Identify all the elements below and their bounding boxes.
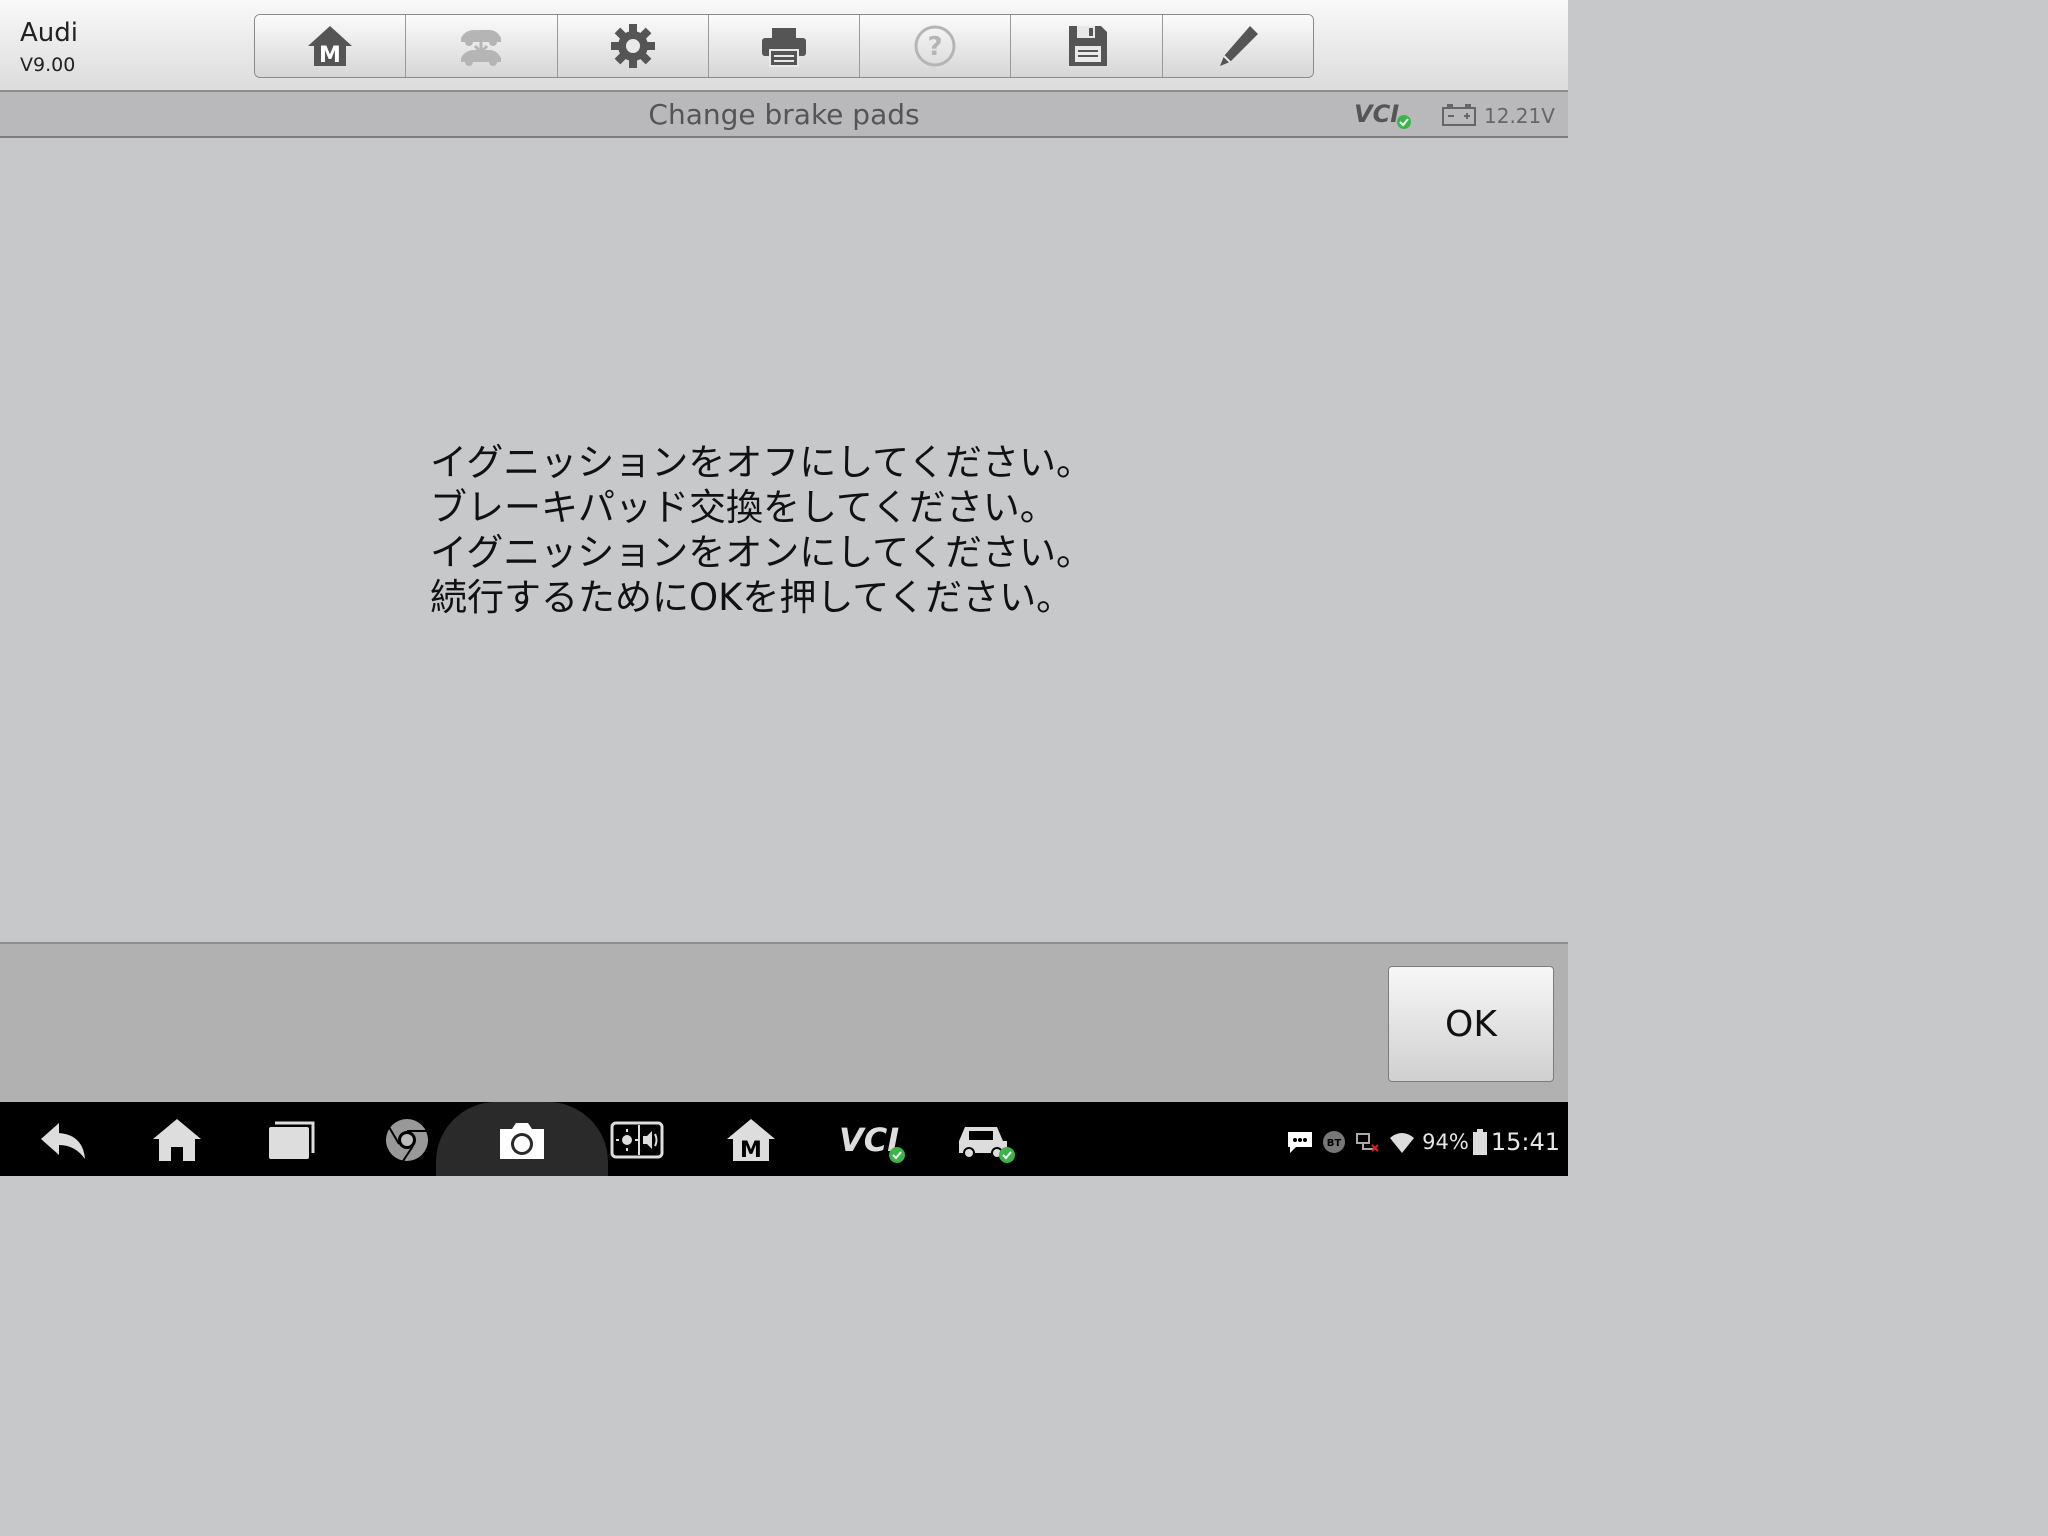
page-title: Change brake pads [648,98,920,131]
settings-button[interactable] [557,15,709,77]
vehicle-button[interactable] [950,1112,1020,1168]
message-line: イグニッションをオフにしてください。 [430,441,1094,484]
clock: 15:41 [1490,1128,1560,1156]
title-bar: Change brake pads VCI 12.21V [0,92,1568,138]
svg-text:M: M [319,43,341,68]
toolbar: M ? [254,14,1314,78]
wifi-icon [1390,1133,1415,1153]
status-area: BT 94% 15:41 [1286,1124,1560,1160]
battery-voltage: 12.21V [1484,104,1555,128]
edit-button[interactable] [1162,15,1313,77]
help-button[interactable]: ? [860,15,1012,77]
home-button[interactable] [142,1112,212,1168]
chat-notification-icon [1288,1132,1313,1153]
action-bar: OK [0,942,1568,1102]
printer-icon [761,28,806,67]
message-area: イグニッションをオフにしてください。 ブレーキパッド交換をしてください。 イグニ… [0,138,1568,942]
app-version: V9.00 [20,54,76,76]
instruction-message: イグニッションをオフにしてください。 ブレーキパッド交換をしてください。 イグニ… [430,440,1190,620]
battery-percent: 94% [1422,1130,1469,1154]
vci-label: VCI [1354,100,1399,128]
home-m-icon: M [308,26,353,68]
vehicle-swap-icon [461,30,502,66]
vci-icon: VCI [839,1121,905,1163]
print-button[interactable] [708,15,861,77]
recents-icon [269,1121,315,1159]
floppy-icon [1068,26,1107,66]
home-icon [153,1119,201,1161]
vci-button[interactable]: VCI [832,1112,912,1168]
recents-button[interactable] [256,1112,326,1168]
vehicle-swap-button[interactable] [406,15,558,77]
message-line: イグニッションをオンにしてください。 [430,531,1094,574]
brightness-volume-icon [610,1121,664,1159]
device-battery-icon [1472,1129,1487,1155]
maxisys-home-icon: M [727,1119,775,1163]
gear-icon [610,24,655,68]
message-line: ブレーキパッド交換をしてください。 [430,486,1057,529]
bt-label: BT [1327,1138,1342,1149]
battery-voltage-icon [1442,104,1476,126]
app-name: Audi [20,18,78,48]
message-line: 続行するためにOKを押してください。 [430,576,1074,619]
ok-button[interactable]: OK [1388,966,1554,1082]
camera-button[interactable] [487,1112,557,1168]
help-icon: ? [914,25,956,67]
vci-connected-icon: VCI [1354,100,1411,129]
back-icon [41,1123,85,1159]
brightness-volume-button[interactable] [602,1112,672,1168]
top-bar: Audi V9.00 M ? [0,0,1568,92]
svg-text:M: M [740,1138,762,1163]
pencil-icon [1219,26,1258,66]
save-button[interactable] [1011,15,1163,77]
system-nav-bar: M VCI BT 94% 15:41 [0,1102,1568,1176]
chrome-button[interactable] [372,1112,442,1168]
chrome-icon [386,1119,428,1162]
svg-text:?: ? [928,32,943,62]
camera-icon [500,1123,544,1159]
vehicle-icon [959,1127,1015,1163]
home-m-button[interactable]: M [255,15,407,77]
maxisys-home-button[interactable]: M [716,1112,786,1168]
back-button[interactable] [28,1112,98,1168]
bluetooth-status-icon: BT [1323,1131,1346,1153]
network-disconnected-icon [1356,1133,1379,1152]
